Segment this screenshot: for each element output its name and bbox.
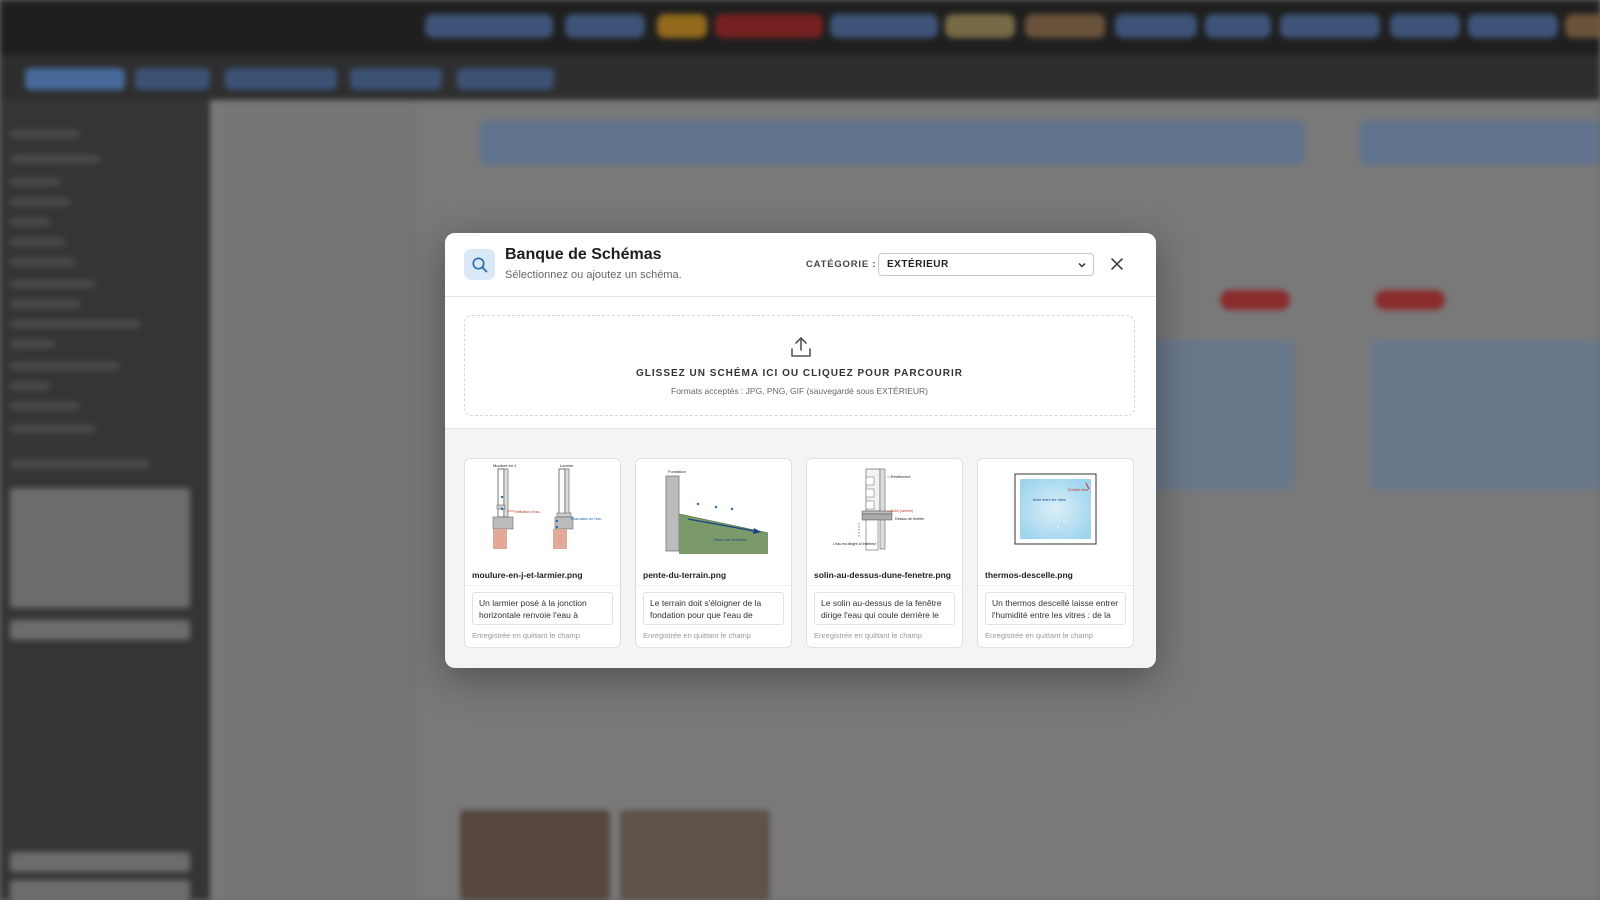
schema-card[interactable]: Moulure en J Larmier Infiltration d'eau … bbox=[464, 458, 621, 648]
search-icon bbox=[464, 249, 495, 280]
close-icon[interactable] bbox=[1109, 256, 1125, 272]
modal-subtitle: Sélectionnez ou ajoutez un schéma. bbox=[505, 269, 682, 281]
schema-filename: pente-du-terrain.png bbox=[643, 570, 727, 580]
schema-description-field[interactable]: Le solin au-dessus de la fenêtre dirige … bbox=[814, 592, 955, 625]
schema-description-field[interactable]: Le terrain doit s'éloigner de la fondati… bbox=[643, 592, 784, 625]
modal-title: Banque de Schémas bbox=[505, 246, 662, 263]
card-divider bbox=[636, 585, 791, 586]
schema-card[interactable]: Fondation Pente vers l'extérieur pente-d… bbox=[635, 458, 792, 648]
schema-description-field[interactable]: Un thermos descellé laisse entrer l'humi… bbox=[985, 592, 1126, 625]
save-note: Enregistrée en quittant le champ bbox=[643, 631, 751, 640]
schema-bank-modal: Banque de Schémas Sélectionnez ou ajoute… bbox=[445, 233, 1156, 668]
upload-dropzone[interactable]: GLISSEZ UN SCHÉMA ICI OU CLIQUEZ POUR PA… bbox=[464, 315, 1135, 416]
upload-section: GLISSEZ UN SCHÉMA ICI OU CLIQUEZ POUR PA… bbox=[445, 297, 1156, 429]
upload-subtitle: Formats acceptés : JPG, PNG, GIF (sauveg… bbox=[671, 386, 928, 396]
card-divider bbox=[978, 585, 1133, 586]
card-divider bbox=[465, 585, 620, 586]
chevron-down-icon bbox=[1078, 262, 1086, 268]
diagram-label: L'eau est dirigée à l'extérieur bbox=[833, 542, 877, 546]
category-label: CATÉGORIE : bbox=[806, 259, 877, 270]
thermos-diagram bbox=[1014, 473, 1097, 545]
diagram-label: Moulure en J bbox=[493, 463, 516, 468]
schema-thumbnail[interactable]: Scellant brisé Buée entre les vitres bbox=[978, 459, 1133, 559]
schema-card[interactable]: Scellant brisé Buée entre les vitres the… bbox=[977, 458, 1134, 648]
diagram-label: Infiltration d'eau bbox=[515, 510, 540, 514]
moulure-diagram bbox=[492, 468, 574, 549]
diagram-label: Buée entre les vitres bbox=[1033, 498, 1066, 502]
upload-title: GLISSEZ UN SCHÉMA ICI OU CLIQUEZ POUR PA… bbox=[635, 368, 963, 379]
diagram-label: Scellant brisé bbox=[1068, 488, 1088, 492]
diagram-label: Pente vers l'extérieur bbox=[714, 538, 748, 542]
diagram-label: Évacuation de l'eau bbox=[571, 516, 601, 521]
schema-thumbnail[interactable]: Moulure en J Larmier Infiltration d'eau … bbox=[465, 459, 620, 559]
save-note: Enregistrée en quittant le champ bbox=[472, 631, 580, 640]
diagram-label: Dessus de fenêtre bbox=[895, 517, 924, 521]
category-select[interactable]: EXTÉRIEUR bbox=[878, 253, 1094, 276]
category-select-value: EXTÉRIEUR bbox=[887, 259, 949, 270]
schema-card[interactable]: Revêtement Solin (larmier) Dessus de fen… bbox=[806, 458, 963, 648]
schema-filename: solin-au-dessus-dune-fenetre.png bbox=[814, 570, 951, 580]
save-note: Enregistrée en quittant le champ bbox=[985, 631, 1093, 640]
terrain-diagram bbox=[665, 475, 769, 554]
card-divider bbox=[807, 585, 962, 586]
schema-filename: moulure-en-j-et-larmier.png bbox=[472, 570, 583, 580]
diagram-label: Revêtement bbox=[891, 475, 910, 479]
schema-grid: Moulure en J Larmier Infiltration d'eau … bbox=[464, 458, 1136, 649]
diagram-label: Solin (larmier) bbox=[891, 509, 913, 513]
diagram-label: Larmier bbox=[560, 463, 574, 468]
diagram-label: Fondation bbox=[668, 469, 686, 474]
schema-filename: thermos-descelle.png bbox=[985, 570, 1073, 580]
solin-diagram bbox=[858, 468, 893, 551]
save-note: Enregistrée en quittant le champ bbox=[814, 631, 922, 640]
schema-thumbnail[interactable]: Fondation Pente vers l'extérieur bbox=[636, 459, 791, 559]
upload-icon bbox=[791, 337, 811, 357]
modal-header: Banque de Schémas Sélectionnez ou ajoute… bbox=[445, 233, 1156, 297]
schema-description-field[interactable]: Un larmier posé à la jonction horizontal… bbox=[472, 592, 613, 625]
schema-thumbnail[interactable]: Revêtement Solin (larmier) Dessus de fen… bbox=[807, 459, 962, 559]
